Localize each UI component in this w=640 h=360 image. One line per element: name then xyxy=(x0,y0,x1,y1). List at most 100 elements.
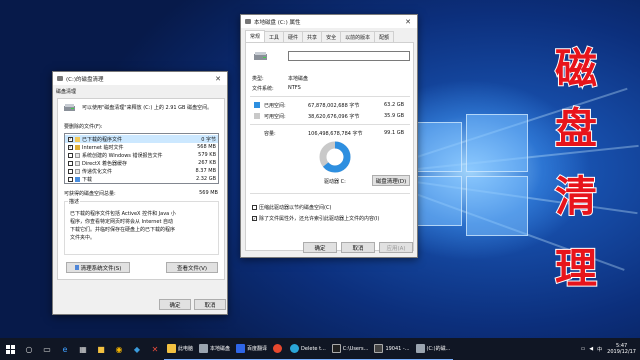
taskbar-app-terminal[interactable]: C:\Users... xyxy=(328,338,372,360)
compress-option[interactable]: 压缩此驱动器以节约磁盘空间(C) xyxy=(252,204,331,211)
taskbar-app-build[interactable]: 19041 -... xyxy=(371,338,413,360)
store-icon[interactable]: ▦ xyxy=(74,338,92,360)
files-list[interactable]: ✓ 已下载的程序文件 0 字节 ✓ Internet 临时文件 568 MB 系… xyxy=(64,133,219,184)
file-explorer-icon[interactable]: ■ xyxy=(92,338,110,360)
overlay-char-3: 清 xyxy=(554,172,598,221)
index-label: 除了文件属性外，还允许索引此驱动器上文件的内容(I) xyxy=(259,216,380,222)
folder-icon xyxy=(75,136,80,142)
properties-title: 本地磁盘 (C:) 属性 xyxy=(254,19,301,26)
used-bytes: 67,878,002,688 字节 xyxy=(308,103,360,109)
free-swatch xyxy=(254,113,260,119)
used-size: 63.2 GB xyxy=(384,102,405,108)
checkbox[interactable]: ✓ xyxy=(68,144,73,150)
file-row[interactable]: 传递优化文件 8.37 MB xyxy=(65,167,218,175)
capacity-bytes: 106,498,678,784 字节 xyxy=(308,131,363,137)
vscode-icon[interactable]: ◆ xyxy=(128,338,146,360)
chrome-icon[interactable]: ◉ xyxy=(110,338,128,360)
disk-cleanup-title: (C:)的磁盘清理 xyxy=(66,76,104,83)
checkbox[interactable] xyxy=(68,168,73,174)
cleanup-intro: 可以使用"磁盘清理"来释放 (C:) 上的 2.91 GB 磁盘空间。 xyxy=(82,105,213,111)
cleanup-panel: 可以使用"磁盘清理"来释放 (C:) 上的 2.91 GB 磁盘空间。 要删除的… xyxy=(57,98,225,280)
used-label: 已用空间: xyxy=(264,103,286,109)
volume-icon[interactable]: ◀ xyxy=(589,346,593,352)
start-button[interactable] xyxy=(0,338,20,360)
taskbar-app-delete[interactable]: Delete t... xyxy=(287,338,329,360)
file-row[interactable]: DirectX 着色器缓存 267 KB xyxy=(65,159,218,167)
app-icon xyxy=(290,344,300,353)
windows-logo xyxy=(410,112,530,242)
edge-icon[interactable]: e xyxy=(56,338,74,360)
file-row[interactable]: 下载 2.32 GB xyxy=(65,175,218,183)
properties-titlebar[interactable]: 本地磁盘 (C:) 属性 ✕ xyxy=(241,15,417,28)
clock[interactable]: 5:47 2019/12/17 xyxy=(607,343,636,355)
tab-hardware[interactable]: 硬件 xyxy=(283,31,304,42)
tab-security[interactable]: 安全 xyxy=(321,31,342,42)
fs-label: 文件系统: xyxy=(252,86,274,92)
app-icon xyxy=(331,344,341,353)
task-view-icon[interactable]: ▭ xyxy=(38,338,56,360)
index-checkbox[interactable]: ✓ xyxy=(252,216,257,221)
file-row[interactable]: ✓ 已下载的程序文件 0 字节 xyxy=(65,135,218,143)
taskbar-app-this-pc[interactable]: 此电脑 xyxy=(164,338,197,360)
tab-general[interactable]: 常规 xyxy=(245,30,266,42)
disk-cleanup-button[interactable]: 磁盘清理(D) xyxy=(372,175,410,186)
overlay-char-4: 理 xyxy=(554,244,598,293)
system-tray: ▭ ◀ 中 5:47 2019/12/17 xyxy=(581,338,636,360)
app-icon xyxy=(273,344,283,353)
checkbox[interactable] xyxy=(68,176,73,182)
app-icon xyxy=(415,344,425,353)
tab-previous-versions[interactable]: 以前的版本 xyxy=(340,31,376,42)
app-icon xyxy=(199,344,209,353)
drive-properties-window: 本地磁盘 (C:) 属性 ✕ 常规 工具 硬件 共享 安全 以前的版本 配额 类… xyxy=(240,14,418,258)
view-files-button[interactable]: 查看文件(V) xyxy=(166,262,218,273)
disk-cleanup-window: (C:)的磁盘清理 ✕ 磁盘清理 可以使用"磁盘清理"来释放 (C:) 上的 2… xyxy=(52,71,228,315)
tab-tools[interactable]: 工具 xyxy=(264,31,285,42)
capacity-size: 99.1 GB xyxy=(384,130,405,136)
close-icon[interactable]: ✕ xyxy=(209,72,227,85)
file-row[interactable]: ✓ Internet 临时文件 568 MB xyxy=(65,143,218,151)
app-icon xyxy=(374,344,384,353)
windows-icon xyxy=(5,344,15,354)
taskbar-app-translate[interactable]: 百度翻译 xyxy=(233,338,271,360)
tab-quota[interactable]: 配额 xyxy=(374,31,395,42)
checkbox[interactable]: ✓ xyxy=(68,136,73,142)
drive-label: 驱动器 C: xyxy=(324,179,346,185)
used-swatch xyxy=(254,102,260,108)
disk-icon xyxy=(57,76,63,81)
index-option[interactable]: ✓ 除了文件属性外，还允许索引此驱动器上文件的内容(I) xyxy=(252,215,379,222)
compress-checkbox[interactable] xyxy=(252,205,257,210)
checkbox[interactable] xyxy=(68,160,73,166)
network-icon[interactable]: ▭ xyxy=(581,346,586,352)
type-value: 本地磁盘 xyxy=(288,76,309,82)
free-label: 可用空间: xyxy=(264,114,286,120)
free-size: 35.9 GB xyxy=(384,113,405,119)
tool-icon[interactable]: ✕ xyxy=(146,338,164,360)
cancel-button[interactable]: 取消 xyxy=(341,242,375,253)
ok-button[interactable]: 确定 xyxy=(303,242,337,253)
description-group: 描述 已下载的程序文件包括 ActiveX 控件和 Java 小程序，你查看特定… xyxy=(64,198,219,255)
taskbar-app-local-disk[interactable]: 本地磁盘 xyxy=(196,338,234,360)
ime-indicator[interactable]: 中 xyxy=(597,346,602,353)
description-text: 已下载的程序文件包括 ActiveX 控件和 Java 小程序，你查看特定网页时… xyxy=(70,211,176,241)
file-icon xyxy=(75,168,80,174)
taskbar-app-disk-cleanup[interactable]: (C:)的磁... xyxy=(412,338,454,360)
disk-icon xyxy=(245,19,251,24)
free-bytes: 38,620,676,096 字节 xyxy=(308,114,360,120)
usage-donut-chart xyxy=(319,141,351,173)
overlay-char-1: 磁 xyxy=(554,44,598,93)
disk-cleanup-titlebar[interactable]: (C:)的磁盘清理 ✕ xyxy=(53,72,227,85)
app-icon xyxy=(236,344,246,353)
drive-name-input[interactable] xyxy=(288,51,410,61)
search-icon[interactable]: ○ xyxy=(20,338,38,360)
apply-button[interactable]: 应用(A) xyxy=(379,242,413,253)
space-gained-value: 569 MB xyxy=(199,190,218,196)
tab-sharing[interactable]: 共享 xyxy=(302,31,323,42)
taskbar-app-browser[interactable] xyxy=(270,338,288,360)
clean-system-files-button[interactable]: 清理系统文件(S) xyxy=(66,262,130,273)
checkbox[interactable] xyxy=(68,152,73,158)
close-icon[interactable]: ✕ xyxy=(399,15,417,28)
file-row[interactable]: 系统创建的 Windows 错误报告文件 579 KB xyxy=(65,151,218,159)
cancel-button[interactable]: 取消 xyxy=(194,299,226,310)
description-label: 描述 xyxy=(68,198,81,205)
ok-button[interactable]: 确定 xyxy=(159,299,191,310)
